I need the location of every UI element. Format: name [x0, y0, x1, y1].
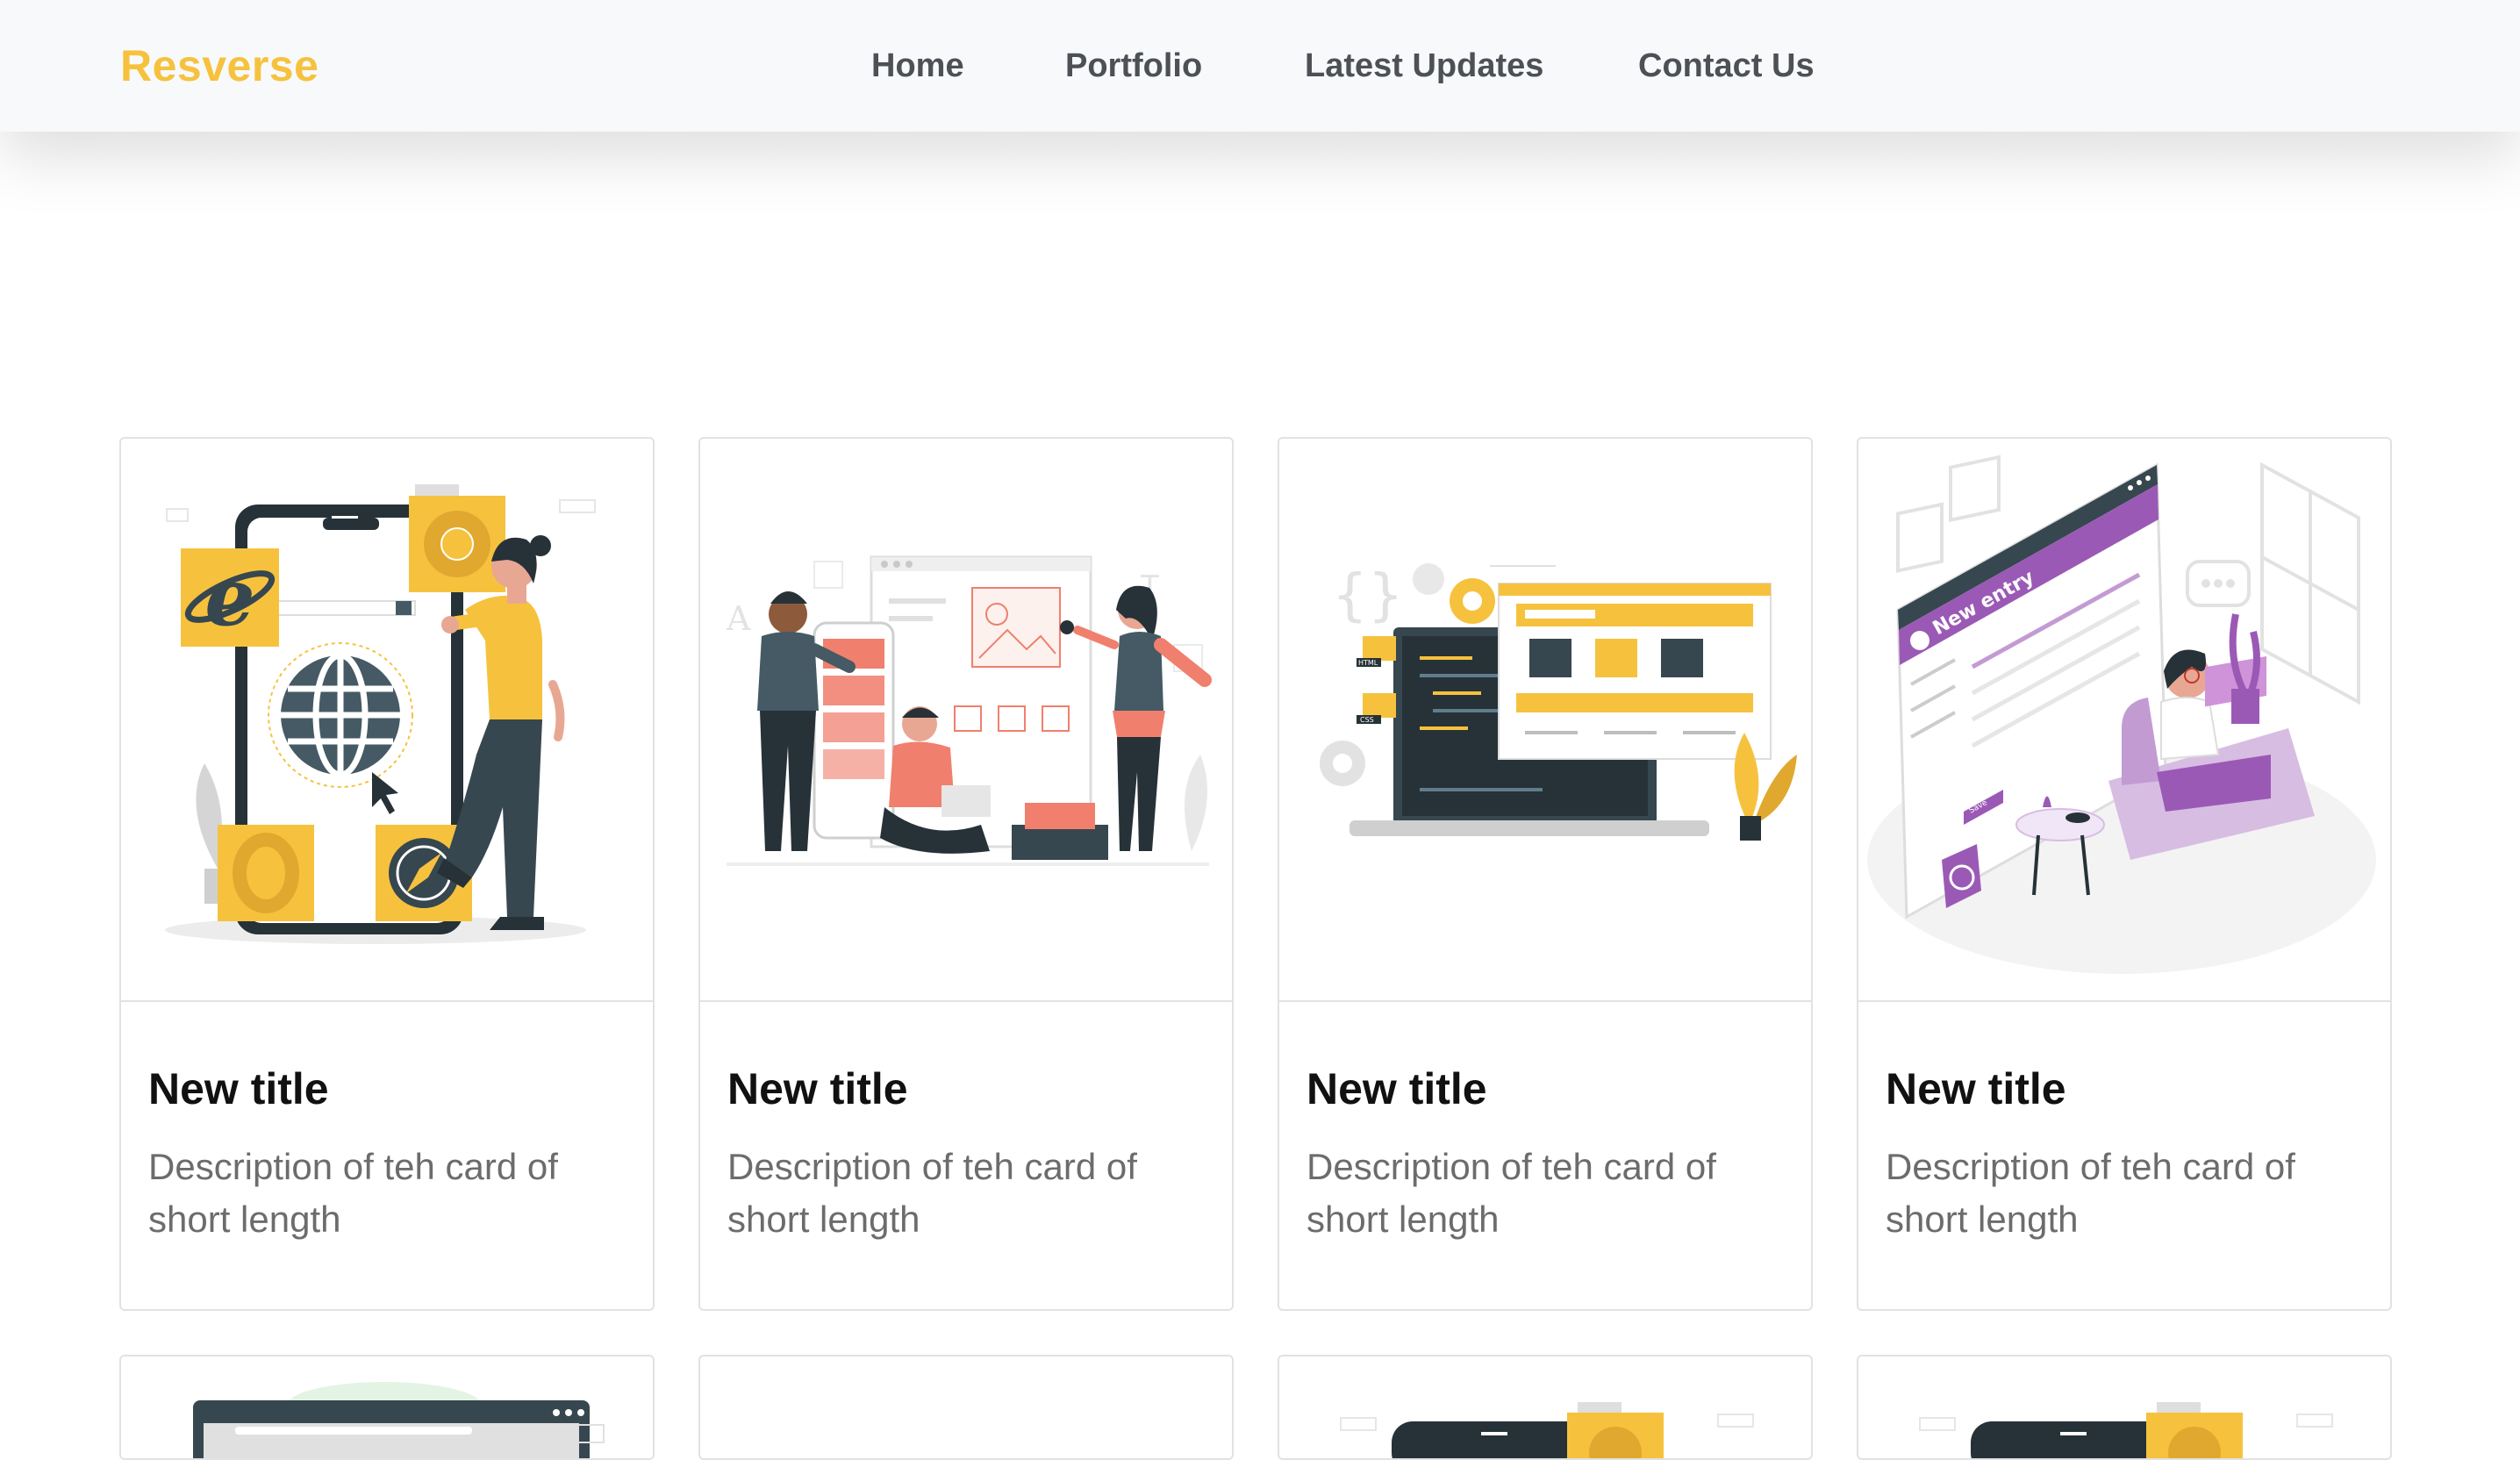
- card-title: New title: [148, 1064, 329, 1113]
- card-description: Description of teh card of short length: [1307, 1146, 1716, 1240]
- browser-window-illustration: [193, 1382, 605, 1458]
- phone-icons-illustration: [1340, 1402, 1754, 1458]
- card-1[interactable]: e New title Description of teh card of s…: [119, 437, 655, 1311]
- card-image: [121, 1356, 653, 1458]
- card-title: New title: [1886, 1064, 2066, 1113]
- card-description: Description of teh card of short length: [1886, 1146, 2295, 1240]
- card-5[interactable]: [119, 1355, 655, 1460]
- card-image: [1858, 1356, 2390, 1458]
- svg-text:HTML: HTML: [1358, 659, 1378, 667]
- svg-text:A: A: [726, 599, 751, 638]
- svg-text:{}: {}: [1332, 563, 1403, 628]
- card-title: New title: [727, 1064, 908, 1113]
- card-image: New entry Save: [1858, 439, 2390, 1002]
- team-design-illustration: A T: [726, 555, 1212, 866]
- card-3[interactable]: {} HTML CSS New title Description of teh…: [1278, 437, 1813, 1311]
- card-image: [1279, 1356, 1811, 1458]
- svg-text:CSS: CSS: [1360, 716, 1374, 724]
- card-image: A T: [700, 439, 1232, 1002]
- nav-portfolio[interactable]: Portfolio: [1065, 0, 1202, 132]
- web-development-illustration: {} HTML CSS: [1320, 563, 1797, 841]
- card-image: {} HTML CSS: [1279, 439, 1811, 1002]
- card-title: New title: [1307, 1064, 1487, 1113]
- phone-icons-illustration: [1919, 1402, 2333, 1458]
- card-8[interactable]: [1857, 1355, 2392, 1460]
- nav-home[interactable]: Home: [871, 0, 964, 132]
- card-description: Description of teh card of short length: [727, 1146, 1137, 1240]
- nav-latest-updates[interactable]: Latest Updates: [1305, 0, 1543, 132]
- card-2[interactable]: A T New title Description of teh card of…: [698, 437, 1234, 1311]
- card-description: Description of teh card of short length: [148, 1146, 558, 1240]
- card-6[interactable]: [698, 1355, 1234, 1460]
- new-entry-illustration: New entry Save: [1867, 454, 2376, 974]
- svg-text:e: e: [204, 551, 254, 644]
- nav-contact-us[interactable]: Contact Us: [1638, 0, 1815, 132]
- browser-icons-illustration: e: [165, 484, 596, 944]
- card-7[interactable]: [1278, 1355, 1813, 1460]
- navbar: Resverse Home Portfolio Latest Updates C…: [0, 0, 2520, 132]
- card-4[interactable]: New entry Save New title Description of …: [1857, 437, 2392, 1311]
- brand-logo[interactable]: Resverse: [120, 0, 319, 132]
- card-image: e: [121, 439, 653, 1002]
